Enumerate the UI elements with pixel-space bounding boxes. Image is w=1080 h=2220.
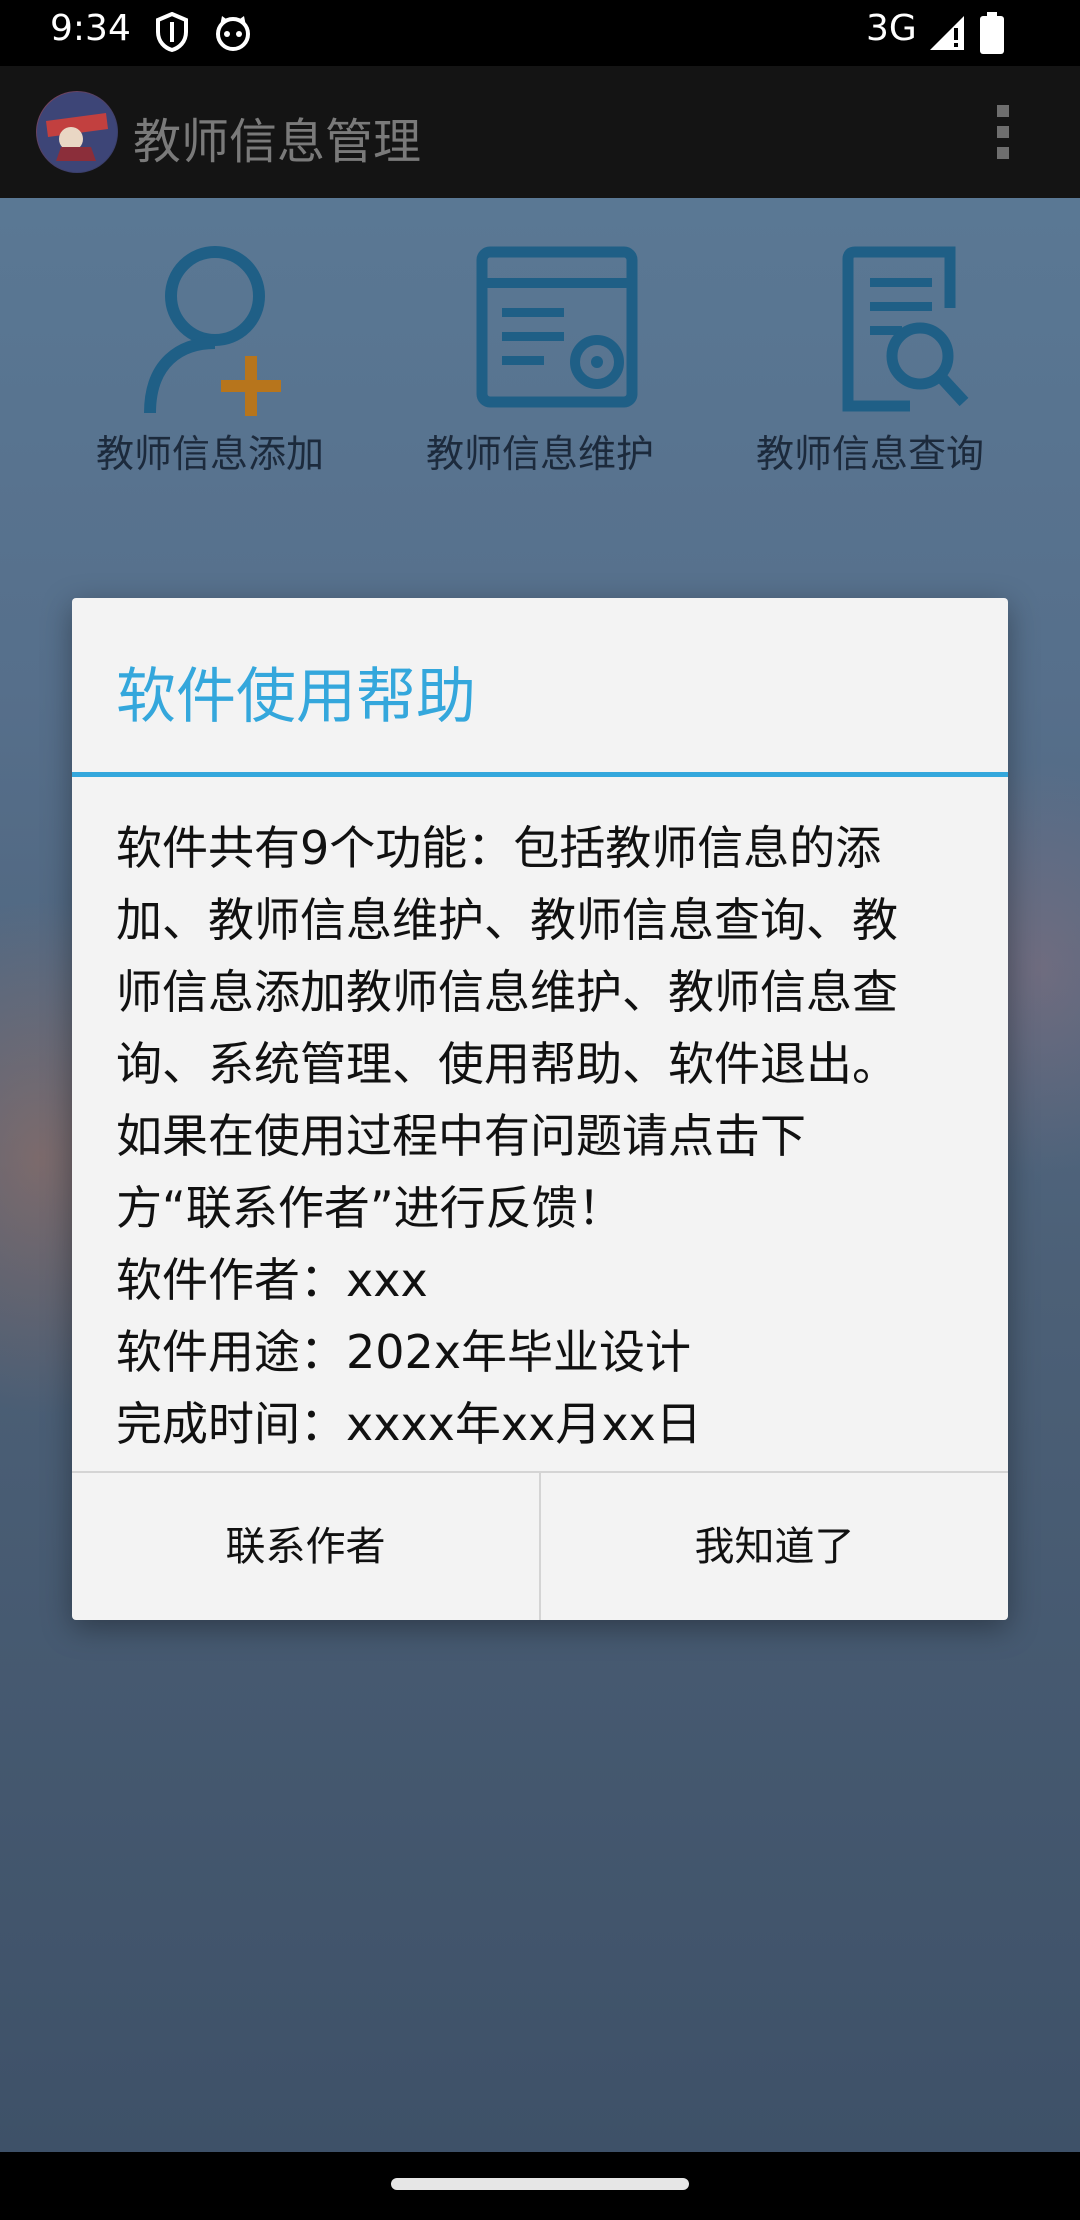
got-it-button[interactable]: 我知道了 xyxy=(541,1473,1008,1620)
contact-author-button[interactable]: 联系作者 xyxy=(72,1473,539,1620)
dialog-line: 师信息添加教师信息维护、教师信息查 xyxy=(116,965,898,1019)
feature-label-add: 教师信息添加 xyxy=(95,432,324,476)
overflow-menu-icon[interactable] xyxy=(985,101,1021,163)
dialog-line: 软件共有9个功能：包括教师信息的添 xyxy=(116,821,882,875)
dialog-line: 加、教师信息维护、教师信息查询、教 xyxy=(116,893,898,947)
feature-label-search: 教师信息查询 xyxy=(755,432,984,476)
dialog-line: 询、系统管理、使用帮助、软件退出。 xyxy=(116,1037,898,1091)
dialog-message: 软件共有9个功能：包括教师信息的添 加、教师信息维护、教师信息查询、教 师信息添… xyxy=(116,812,976,1460)
feature-add-teacher[interactable]: 教师信息添加 xyxy=(45,238,375,478)
dialog-line: 软件作者：xxx xyxy=(116,1253,428,1307)
app-avatar-icon[interactable] xyxy=(36,91,118,173)
help-dialog: 软件使用帮助 软件共有9个功能：包括教师信息的添 加、教师信息维护、教师信息查询… xyxy=(72,598,1008,1620)
add-user-icon xyxy=(144,246,281,416)
app-title: 教师信息管理 xyxy=(133,114,422,170)
status-bar: 9:34 3G xyxy=(0,0,1080,66)
status-time: 9:34 xyxy=(50,8,131,49)
dialog-divider xyxy=(72,772,1008,777)
dialog-title: 软件使用帮助 xyxy=(116,662,476,732)
app-bar: 教师信息管理 xyxy=(0,66,1080,198)
battery-icon xyxy=(980,12,1004,58)
dialog-line: 完成时间：xxxx年xx月xx日 xyxy=(116,1397,702,1451)
dialog-line: 如果在使用过程中有问题请点击下 xyxy=(116,1109,806,1163)
network-type: 3G xyxy=(866,8,917,49)
shield-icon xyxy=(154,11,190,56)
dialog-button-bar: 联系作者 我知道了 xyxy=(72,1471,1008,1620)
screen: 9:34 3G 教师信息管理 教师信息添加 教师信息维护 教师信息查询 软件使用… xyxy=(0,0,1080,2220)
dialog-line: 软件用途：202x年毕业设计 xyxy=(116,1325,692,1379)
cat-face-icon xyxy=(213,12,253,56)
home-gesture-handle[interactable] xyxy=(391,2178,689,2190)
feature-label-maintain: 教师信息维护 xyxy=(425,432,654,476)
navigation-bar xyxy=(0,2152,1080,2220)
feature-search-teacher[interactable]: 教师信息查询 xyxy=(705,238,1035,478)
document-gear-icon xyxy=(476,246,638,408)
signal-icon xyxy=(928,12,968,56)
document-search-icon xyxy=(842,246,969,412)
dialog-line: 方“联系作者”进行反馈！ xyxy=(116,1181,624,1235)
feature-maintain-teacher[interactable]: 教师信息维护 xyxy=(375,238,705,478)
